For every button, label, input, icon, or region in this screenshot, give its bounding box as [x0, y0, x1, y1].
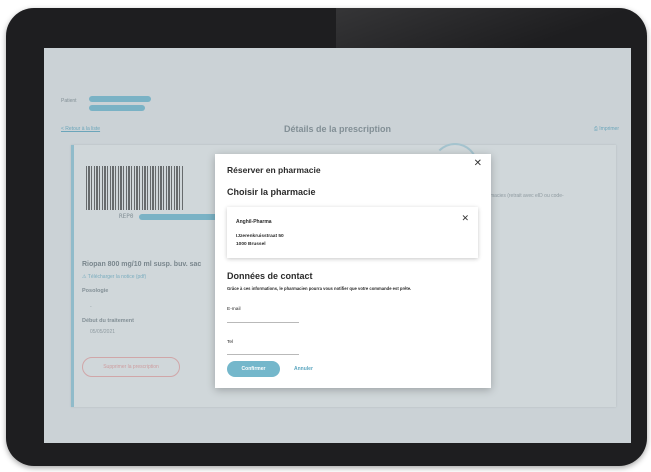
email-field[interactable]: [227, 314, 299, 322]
pharmacy-name: Anghil-Pharma: [236, 219, 272, 225]
tel-underline: [227, 354, 299, 355]
confirm-button[interactable]: Confirmer: [227, 361, 280, 377]
pharmacy-city: 1000 Brussel: [236, 242, 266, 247]
tel-label: Tel: [227, 340, 234, 345]
tel-field[interactable]: [227, 346, 299, 354]
tablet-device: Patient < Retour à la liste Détails de l…: [6, 8, 647, 466]
remove-pharmacy-icon[interactable]: ✕: [461, 213, 469, 224]
reserve-pharmacy-modal: ✕ Réserver en pharmacie Choisir la pharm…: [215, 154, 491, 388]
pharmacy-street: IJzerenkruisstraat 50: [236, 234, 284, 239]
close-icon[interactable]: ✕: [474, 158, 482, 169]
choose-pharmacy-title: Choisir la pharmacie: [227, 187, 316, 197]
contact-data-title: Données de contact: [227, 271, 313, 281]
tablet-screen: Patient < Retour à la liste Détails de l…: [44, 48, 631, 443]
modal-title: Réserver en pharmacie: [227, 165, 321, 175]
email-underline: [227, 322, 299, 323]
selected-pharmacy-card: Anghil-Pharma IJzerenkruisstraat 50 1000…: [227, 207, 478, 258]
contact-description: Grâce à ces informations, le pharmacien …: [227, 286, 412, 291]
email-label: E-mail: [227, 307, 241, 312]
cancel-button[interactable]: Annuler: [294, 366, 313, 372]
